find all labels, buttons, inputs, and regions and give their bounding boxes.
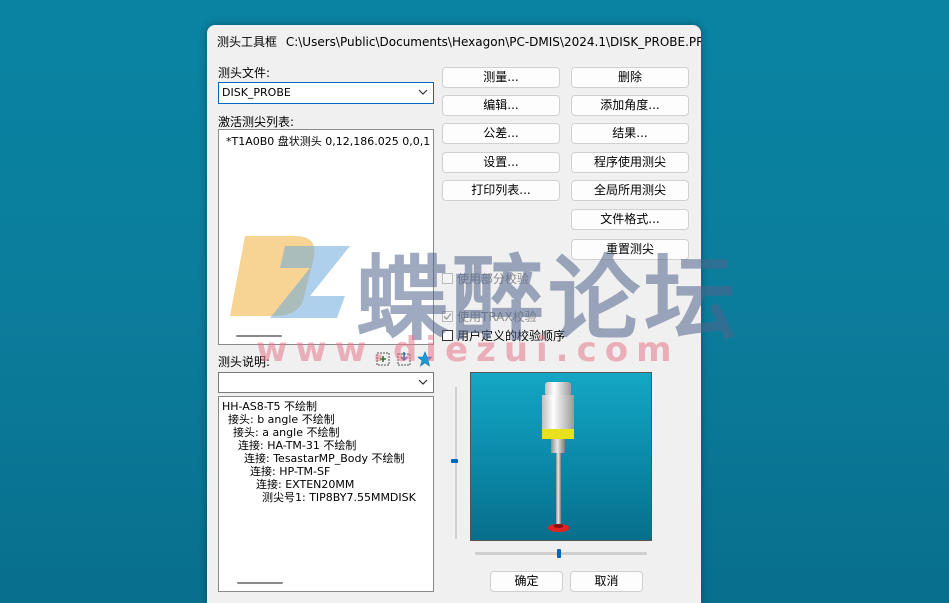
add-component-icon[interactable] xyxy=(376,351,392,367)
probe-file-value: DISK_PROBE xyxy=(222,86,291,99)
measure-button[interactable]: 测量... xyxy=(442,67,560,88)
checkbox-box xyxy=(442,273,453,284)
tolerance-button[interactable]: 公差... xyxy=(442,123,560,144)
insert-component-icon[interactable] xyxy=(397,351,413,367)
probe-description-combo[interactable] xyxy=(218,372,434,393)
chevron-down-icon xyxy=(418,379,428,385)
dialog-title: 测头工具框 xyxy=(217,35,278,49)
ok-button[interactable]: 确定 xyxy=(490,571,563,592)
horizontal-rotation-slider[interactable] xyxy=(557,549,561,558)
active-tip-list[interactable]: *T1A0B0 盘状测头 0,12,186.025 0,0,1 8 xyxy=(218,129,434,345)
active-tip-list-label: 激活测尖列表: xyxy=(218,115,295,129)
edit-button[interactable]: 编辑... xyxy=(442,95,560,116)
tree-scrollbar[interactable] xyxy=(237,582,283,584)
user-defined-order-checkbox[interactable]: 用户定义的校验顺序 xyxy=(442,327,565,344)
partial-calibration-checkbox[interactable]: 使用部分校验 xyxy=(442,270,529,287)
tree-item[interactable]: 测尖号1: TIP8BY7.55MMDISK xyxy=(262,491,416,504)
file-format-button[interactable]: 文件格式... xyxy=(571,209,689,230)
star-icon[interactable] xyxy=(417,351,433,367)
setup-button[interactable]: 设置... xyxy=(442,152,560,173)
probe-file-combo[interactable]: DISK_PROBE xyxy=(218,82,434,104)
probe-model-graphic xyxy=(542,382,574,532)
tree-item[interactable]: HH-AS8-T5 不绘制 xyxy=(222,400,317,413)
print-list-button[interactable]: 打印列表... xyxy=(442,180,560,201)
user-defined-order-label: 用户定义的校验顺序 xyxy=(457,329,566,343)
checkbox-box xyxy=(442,311,453,322)
probe-component-tree[interactable]: HH-AS8-T5 不绘制 接头: b angle 不绘制 接头: a angl… xyxy=(218,396,434,592)
tree-item[interactable]: 连接: HA-TM-31 不绘制 xyxy=(238,439,356,452)
reset-tips-button[interactable]: 重置测尖 xyxy=(571,239,689,260)
trax-calibration-label: 使用TRAX校验 xyxy=(457,310,537,324)
results-button[interactable]: 结果... xyxy=(571,123,689,144)
trax-calibration-checkbox[interactable]: 使用TRAX校验 xyxy=(442,308,537,325)
cancel-button[interactable]: 取消 xyxy=(570,571,643,592)
dialog-file-path: C:\Users\Public\Documents\Hexagon\PC-DMI… xyxy=(285,35,701,49)
dialog-title-bar: 测头工具框 C:\Users\Public\Documents\Hexagon\… xyxy=(217,33,701,50)
horizontal-rotation-track[interactable] xyxy=(475,552,647,555)
tree-item[interactable]: 连接: TesastarMP_Body 不绘制 xyxy=(244,452,405,465)
checkmark-icon xyxy=(443,313,452,320)
probe-description-label: 测头说明: xyxy=(218,355,271,369)
probe-preview-viewport[interactable] xyxy=(470,372,652,541)
tree-item[interactable]: 连接: EXTEN20MM xyxy=(256,478,354,491)
add-angle-button[interactable]: 添加角度... xyxy=(571,95,689,116)
probe-utilities-dialog: 测头工具框 C:\Users\Public\Documents\Hexagon\… xyxy=(207,25,701,603)
tip-list-scrollbar[interactable] xyxy=(236,335,282,337)
delete-button[interactable]: 删除 xyxy=(571,67,689,88)
probe-file-label: 测头文件: xyxy=(218,66,271,80)
partial-calibration-label: 使用部分校验 xyxy=(457,272,530,286)
tips-used-globally-button[interactable]: 全局所用测尖 xyxy=(571,180,689,201)
tree-item[interactable]: 连接: HP-TM-SF xyxy=(250,465,330,478)
tree-item[interactable]: 接头: b angle 不绘制 xyxy=(228,413,335,426)
vertical-rotation-slider[interactable] xyxy=(451,459,458,463)
checkbox-box xyxy=(442,330,453,341)
tree-item[interactable]: 接头: a angle 不绘制 xyxy=(233,426,339,439)
tips-used-in-program-button[interactable]: 程序使用测尖 xyxy=(571,152,689,173)
vertical-rotation-track[interactable] xyxy=(455,387,457,539)
chevron-down-icon xyxy=(418,89,428,95)
tip-list-item[interactable]: *T1A0B0 盘状测头 0,12,186.025 0,0,1 8 xyxy=(226,135,433,148)
